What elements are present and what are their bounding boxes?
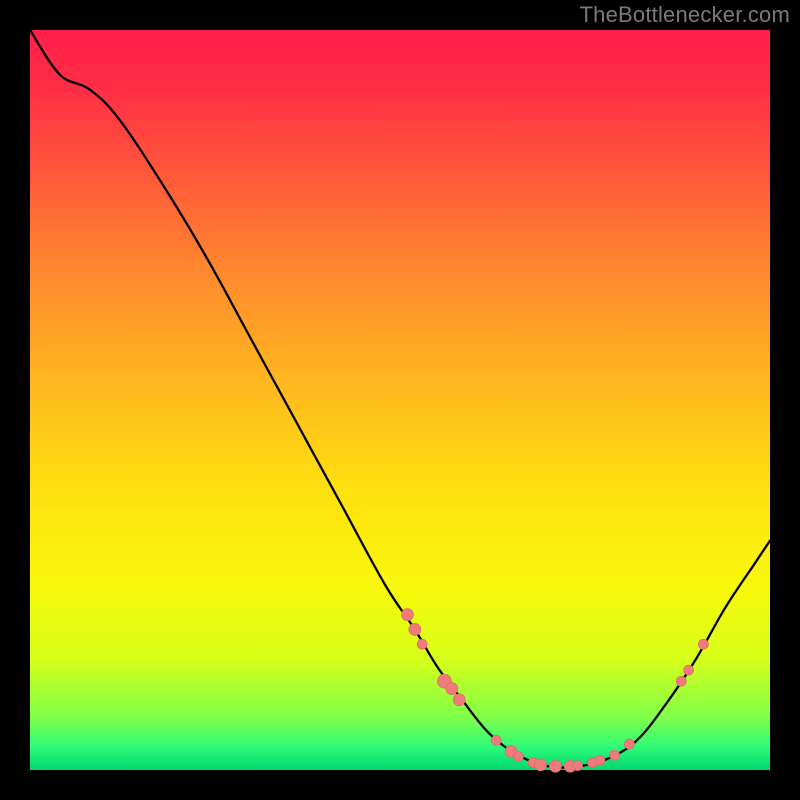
data-marker <box>595 755 605 765</box>
data-marker <box>513 752 523 762</box>
attribution-text: TheBottlenecker.com <box>580 2 790 28</box>
data-marker <box>401 609 413 621</box>
plot-area <box>30 30 770 770</box>
data-marker <box>610 750 620 760</box>
data-marker <box>698 639 708 649</box>
data-marker <box>535 759 547 771</box>
marker-group <box>401 609 708 773</box>
data-marker <box>417 639 427 649</box>
curve-svg <box>30 30 770 770</box>
data-marker <box>549 760 561 772</box>
bottleneck-curve <box>30 30 770 768</box>
chart-root: TheBottlenecker.com <box>0 0 800 800</box>
data-marker <box>409 623 421 635</box>
data-marker <box>684 665 694 675</box>
data-marker <box>676 676 686 686</box>
data-marker <box>573 761 583 771</box>
data-marker <box>624 739 634 749</box>
data-marker <box>446 683 458 695</box>
data-marker <box>453 694 465 706</box>
data-marker <box>491 735 501 745</box>
